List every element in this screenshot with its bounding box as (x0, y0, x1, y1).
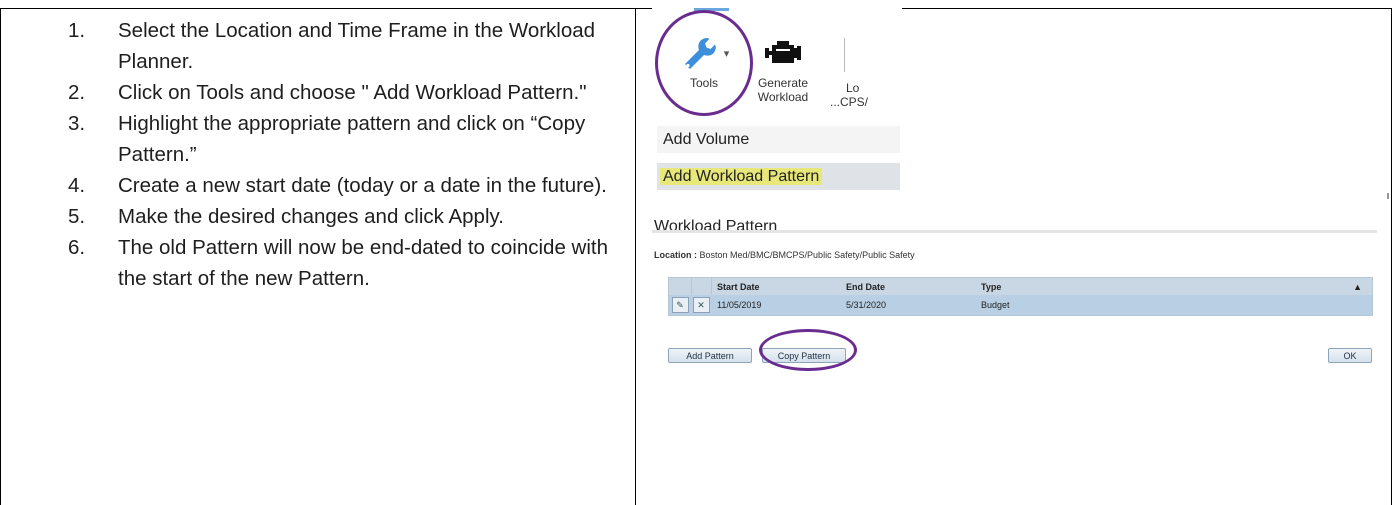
title-divider (652, 230, 1377, 233)
menu-item-label: Add Workload Pattern (660, 168, 823, 185)
menu-spacer (657, 153, 900, 163)
table-row[interactable]: ✎ ✕ 11/05/2019 5/31/2020 Budget (669, 295, 1372, 315)
menu-item-add-volume[interactable]: Add Volume (657, 126, 900, 153)
step-number: 3. (68, 112, 86, 135)
instruction-step: 4. Create a new start date (today or a da… (68, 170, 628, 201)
step-number: 5. (68, 205, 86, 228)
add-pattern-button[interactable]: Add Pattern (668, 348, 752, 363)
table-left-border (0, 8, 1, 505)
step-number: 2. (68, 81, 86, 104)
location-line: Location : Boston Med/BMC/BMCPS/Public S… (654, 250, 915, 260)
grid-column-divider (691, 278, 692, 295)
step-text: Make the desired changes and click Apply… (118, 205, 504, 228)
cell-start-date: 11/05/2019 (717, 300, 762, 310)
workload-label: Workload (757, 90, 809, 104)
grid-column-divider (711, 278, 712, 295)
generate-workload-button[interactable]: Generate Workload (748, 28, 818, 104)
annotation-circle-tools (655, 10, 753, 116)
lo-label-1: Lo (846, 81, 860, 95)
instruction-step: 3. Highlight the appropriate pattern and … (68, 108, 628, 170)
step-text: Highlight the appropriate pattern and cl… (118, 112, 586, 166)
cell-end-date: 5/31/2020 (846, 300, 887, 310)
lo-button[interactable]: Lo ...CPS/ (830, 81, 902, 109)
instruction-step: 1. Select the Location and Time Frame in … (68, 15, 628, 77)
ok-button[interactable]: OK (1328, 348, 1372, 363)
instruction-step: 2. Click on Tools and choose " Add Worklo… (68, 77, 628, 108)
instruction-step: 5. Make the desired changes and click App… (68, 201, 628, 232)
menu-item-label: Add Volume (663, 131, 750, 148)
pattern-grid: Start Date End Date Type ▲ ✎ ✕ 11/05/201… (668, 277, 1373, 316)
pencil-icon: ✎ (671, 297, 689, 313)
column-header-type[interactable]: Type (981, 278, 1001, 295)
location-value: Boston Med/BMC/BMCPS/Public Safety/Publi… (699, 250, 915, 260)
step-text: Create a new start date (today or a date… (118, 174, 607, 197)
page-title: Workload Pattern (654, 218, 778, 235)
step-number: 4. (68, 174, 86, 197)
table-right-border (1391, 8, 1392, 505)
ribbon-toolbar: ▾ Tools Generate Workload Lo ...CPS/ (652, 8, 902, 126)
column-header-start-date[interactable]: Start Date (717, 278, 760, 295)
annotation-circle-copy-pattern (759, 329, 857, 371)
step-text: The old Pattern will now be end-dated to… (118, 236, 609, 290)
delete-button[interactable]: ✕ (691, 295, 711, 315)
step-text: Click on Tools and choose " Add Workload… (118, 81, 587, 104)
ribbon-separator (844, 38, 845, 72)
edge-mark (1387, 193, 1389, 199)
sort-ascending-icon[interactable]: ▲ (1353, 278, 1362, 295)
instruction-list: 1. Select the Location and Time Frame in … (68, 15, 628, 294)
instruction-step: 6. The old Pattern will now be end-dated … (68, 232, 628, 294)
cell-type: Budget (981, 300, 1010, 310)
step-number: 1. (68, 19, 86, 42)
step-text: Select the Location and Time Frame in th… (118, 19, 596, 73)
step-number: 6. (68, 236, 86, 259)
screenshot-panel: ▾ Tools Generate Workload Lo ...CPS/ Add… (652, 8, 1389, 448)
location-label: Location : (654, 250, 697, 260)
close-icon: ✕ (692, 297, 710, 313)
tools-dropdown-menu: Add Volume Add Workload Pattern (657, 126, 900, 190)
grid-header: Start Date End Date Type ▲ (669, 278, 1372, 295)
engine-icon (748, 28, 818, 76)
table-column-divider (635, 8, 636, 505)
generate-label: Generate (757, 76, 809, 90)
menu-item-add-workload-pattern[interactable]: Add Workload Pattern (657, 163, 900, 190)
lo-label-2: ...CPS/ (830, 95, 869, 109)
edit-button[interactable]: ✎ (669, 295, 691, 315)
column-header-end-date[interactable]: End Date (846, 278, 885, 295)
